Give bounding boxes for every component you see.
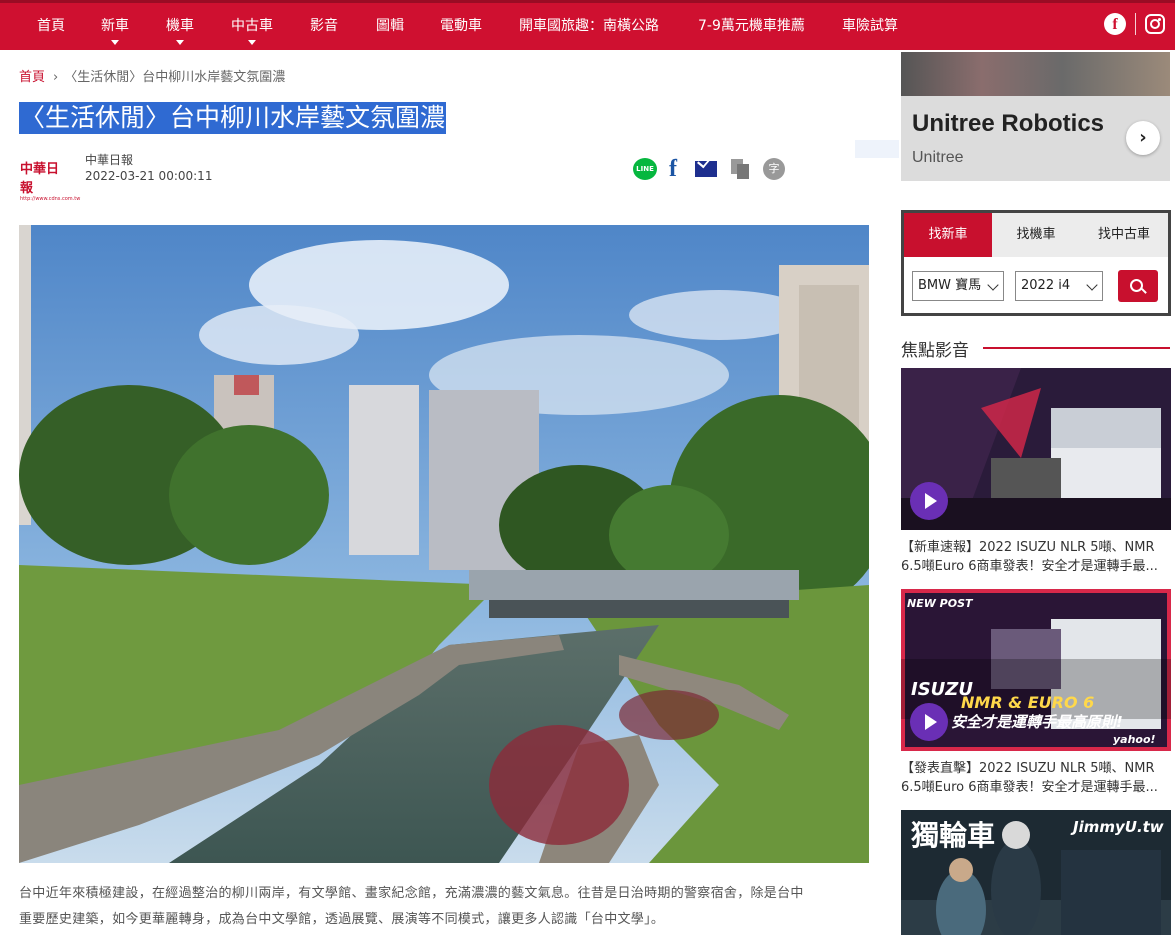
copy-link-icon[interactable] <box>729 158 751 180</box>
next-arrow-button[interactable]: › <box>1126 121 1160 155</box>
nav-new-car[interactable]: 新車 <box>101 3 129 50</box>
video-overlay-slogan: 安全才是運轉手最高原則! <box>951 713 1123 731</box>
video-caption-line: 【發表直擊】2022 ISUZU NLR 5噸、NMR <box>901 761 1155 776</box>
video-overlay-model: NMR & EURO 6 <box>961 693 1095 712</box>
video-caption[interactable]: 【發表直擊】2022 ISUZU NLR 5噸、NMR 6.5噸Euro 6商車… <box>901 759 1171 797</box>
nav-home[interactable]: 首頁 <box>37 3 65 50</box>
body-paragraph-line: 台中近年來積極建設，在經過整治的柳川兩岸，有文學館、畫家紀念館，充滿濃濃的藝文氣… <box>19 886 804 901</box>
tab-find-new-car[interactable]: 找新車 <box>904 213 992 257</box>
top-nav-bar: 首頁 新車 機車 中古車 影音 圖輯 電動車 開車國旅趣：南橫公路 7-9萬元機… <box>0 0 1175 50</box>
model-select-value: 2022 i4 <box>1021 278 1071 293</box>
line-share-icon[interactable]: LINE <box>633 158 657 180</box>
instagram-icon[interactable] <box>1145 14 1165 34</box>
article-hero-image <box>19 225 869 863</box>
ad-title: Unitree Robotics <box>912 110 1105 137</box>
sponsored-ad-card[interactable]: Unitree Robotics Unitree › <box>901 52 1170 181</box>
section-divider <box>983 347 1170 349</box>
search-tabs: 找新車 找機車 找中古車 <box>904 213 1168 257</box>
search-button[interactable] <box>1118 270 1158 302</box>
facebook-share-icon[interactable]: f <box>669 157 683 181</box>
nav-gallery[interactable]: 圖輯 <box>376 3 404 50</box>
font-size-icon[interactable]: 字 <box>763 158 785 180</box>
ad-badge <box>855 140 899 158</box>
article-title: 〈生活休閒〉台中柳川水岸藝文氛圍濃 <box>19 102 447 134</box>
video-thumbnail[interactable] <box>901 368 1171 530</box>
chevron-down-icon <box>176 40 184 45</box>
video-overlay-tag: NEW POST <box>907 597 973 610</box>
tab-find-motorcycle[interactable]: 找機車 <box>992 213 1080 257</box>
video-overlay-logo: yahoo! <box>1113 733 1156 746</box>
ad-brand: Unitree <box>912 149 964 166</box>
nav-used-car[interactable]: 中古車 <box>231 3 273 50</box>
video-caption-line: 【新車速報】2022 ISUZU NLR 5噸、NMR <box>901 540 1155 555</box>
article-body: 台中近年來積極建設，在經過整治的柳川兩岸，有文學館、畫家紀念館，充滿濃濃的藝文氣… <box>19 881 874 933</box>
facebook-icon[interactable]: f <box>1104 13 1126 35</box>
brand-select-value: BMW 寶馬 <box>918 278 982 293</box>
source-logo-text: 中華日報 <box>20 162 60 196</box>
nav-scooter-recommend[interactable]: 7-9萬元機車推薦 <box>698 3 805 50</box>
mail-share-icon[interactable] <box>695 161 717 177</box>
play-icon[interactable] <box>910 482 948 520</box>
nav-ev[interactable]: 電動車 <box>440 3 482 50</box>
breadcrumb-current: 〈生活休閒〉台中柳川水岸藝文氛圍濃 <box>64 70 286 85</box>
video-caption-line: 6.5噸Euro 6商車發表！安全才是運轉手最... <box>901 780 1158 795</box>
breadcrumb: 首頁 › 〈生活休閒〉台中柳川水岸藝文氛圍濃 <box>19 66 285 85</box>
chevron-down-icon <box>1086 279 1098 291</box>
chevron-right-icon: › <box>53 70 59 85</box>
tab-find-used-car[interactable]: 找中古車 <box>1080 213 1168 257</box>
social-links: f <box>1104 13 1165 35</box>
video-caption[interactable]: 【新車速報】2022 ISUZU NLR 5噸、NMR 6.5噸Euro 6商車… <box>901 538 1171 576</box>
divider <box>1135 13 1136 35</box>
video-thumbnail[interactable]: NEW POST ISUZU NMR & EURO 6 安全才是運轉手最高原則!… <box>901 589 1171 751</box>
body-paragraph-line: 重要歷史建築，如今更華麗轉身，成為台中文學館，透過展覽、展演等不同模式，讓更多人… <box>19 912 665 927</box>
play-icon[interactable] <box>910 703 948 741</box>
model-select[interactable]: 2022 i4 <box>1015 271 1103 301</box>
source-logo-url: http://www.cdns.com.tw <box>20 196 81 202</box>
chevron-down-icon <box>248 40 256 45</box>
nav-insurance[interactable]: 車險試算 <box>842 3 898 50</box>
video-overlay-logo: JimmyU.tw <box>1073 818 1164 836</box>
car-search-widget: 找新車 找機車 找中古車 BMW 寶馬 2022 i4 <box>901 210 1171 316</box>
chevron-down-icon <box>987 279 999 291</box>
video-caption-line: 6.5噸Euro 6商車發表！安全才是運轉手最... <box>901 559 1158 574</box>
source-logo: 中華日報 http://www.cdns.com.tw <box>20 158 80 202</box>
chevron-down-icon <box>111 40 119 45</box>
brand-select[interactable]: BMW 寶馬 <box>912 271 1004 301</box>
source-name: 中華日報 <box>85 153 134 167</box>
video-thumbnail[interactable]: 獨輪車 JimmyU.tw <box>901 810 1171 935</box>
nav-motorcycle[interactable]: 機車 <box>166 3 194 50</box>
share-bar: LINE f 字 <box>633 157 797 181</box>
publish-date: 2022-03-21 00:00:11 <box>85 169 213 183</box>
nav-road-trip[interactable]: 開車國旅趣：南橫公路 <box>519 3 659 50</box>
section-title: 焦點影音 <box>901 341 969 361</box>
video-overlay-title: 獨輪車 <box>911 819 996 852</box>
breadcrumb-home[interactable]: 首頁 <box>19 70 45 85</box>
nav-video[interactable]: 影音 <box>310 3 338 50</box>
ad-image <box>901 52 1170 96</box>
